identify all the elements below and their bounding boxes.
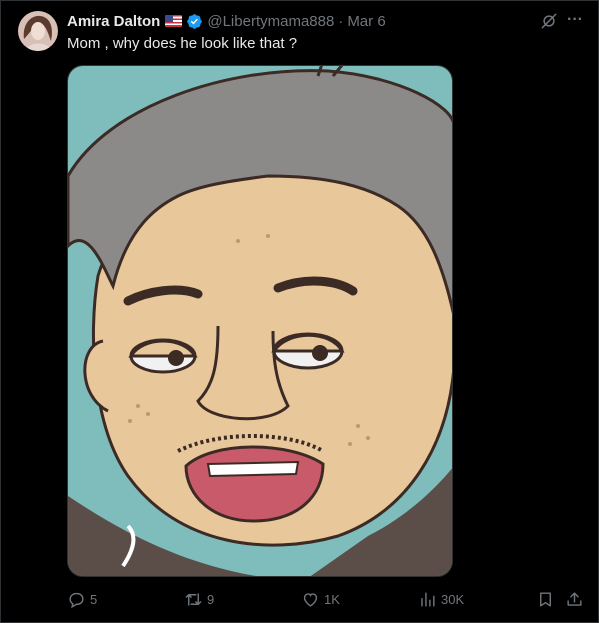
flag-us-icon	[165, 15, 183, 27]
post-header: Amira Dalton @Libertymama888 · Mar 6	[67, 10, 578, 32]
views-count: 30K	[441, 591, 465, 607]
bookmark-button[interactable]	[536, 587, 555, 611]
post-container[interactable]: Amira Dalton @Libertymama888 · Mar 6 ···…	[0, 0, 599, 623]
action-bar: 5 9 1K 30K	[67, 587, 587, 611]
more-icon[interactable]: ···	[567, 11, 585, 31]
author-handle[interactable]: @Libertymama888	[207, 13, 334, 30]
repost-icon	[185, 592, 202, 606]
grok-icon[interactable]	[540, 12, 558, 30]
reply-button[interactable]: 5	[67, 587, 97, 611]
reply-icon	[69, 592, 84, 608]
share-button[interactable]	[565, 587, 584, 611]
separator: ·	[338, 12, 344, 30]
share-icon	[567, 591, 582, 606]
verified-badge-icon[interactable]	[186, 13, 203, 30]
post-date[interactable]: Mar 6	[347, 13, 385, 30]
views-button[interactable]: 30K	[418, 587, 464, 611]
like-count: 1K	[324, 591, 340, 607]
author-name[interactable]: Amira Dalton	[67, 13, 160, 30]
post-text: Mom , why does he look like that ?	[67, 35, 298, 52]
repost-button[interactable]: 9	[184, 587, 214, 611]
bookmark-icon	[540, 591, 551, 607]
views-icon	[421, 591, 435, 607]
reply-count: 5	[90, 591, 98, 607]
like-button[interactable]: 1K	[301, 587, 340, 611]
avatar[interactable]	[18, 11, 58, 51]
repost-count: 9	[207, 591, 215, 607]
post-image[interactable]	[67, 65, 453, 577]
like-icon	[303, 592, 318, 607]
